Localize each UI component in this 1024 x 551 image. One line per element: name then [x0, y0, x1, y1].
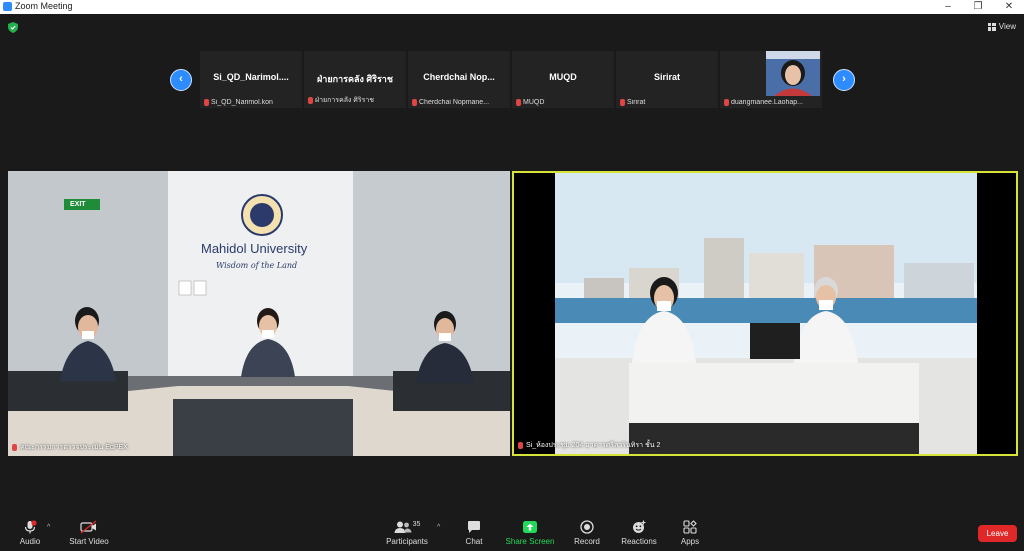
muted-mic-icon — [308, 97, 313, 104]
microphone-icon — [24, 520, 37, 534]
close-button[interactable]: ✕ — [994, 0, 1024, 14]
participant-video-right[interactable]: Si_ห้องประชุม 204 อาคารศรีสวรินทิรา ชั้น… — [512, 171, 1018, 456]
video-off-icon — [80, 520, 97, 534]
video-caption-text: คณะกรรมการตรวจประเมิน EdPEX — [20, 444, 128, 451]
reactions-smiley-icon — [633, 520, 646, 533]
participant-label: Sirirat — [627, 99, 646, 106]
mahidol-sign-title: Mahidol University — [201, 241, 308, 256]
chat-icon — [468, 521, 480, 533]
participant-name: Si_QD_Narimol.... — [213, 72, 289, 82]
muted-mic-icon — [724, 99, 729, 106]
participant-label: Si_QD_Narimol.kon — [211, 99, 273, 106]
muted-mic-icon — [516, 99, 521, 106]
share-screen-icon — [523, 521, 537, 533]
participants-count: 35 — [412, 520, 421, 528]
strip-prev-button[interactable]: ‹ — [170, 69, 192, 91]
participants-button[interactable]: 35 Participants — [377, 520, 437, 547]
share-screen-button[interactable]: Share Screen — [500, 520, 560, 546]
encryption-shield-icon[interactable] — [8, 22, 18, 33]
participant-name: Sirirat — [653, 72, 680, 82]
chat-label: Chat — [465, 537, 483, 546]
participant-label: ฝ่ายการคลัง ศิริราช — [315, 97, 375, 104]
participant-thumbnail[interactable]: Sirirat Sirirat — [616, 51, 718, 108]
participant-label: Cherdchai Nopmane... — [419, 99, 490, 106]
video-caption-text: Si_ห้องประชุม 204 อาคารศรีสวรินทิรา ชั้น… — [526, 442, 661, 449]
participant-thumbnail[interactable]: duangmanee.Laohap... — [720, 51, 822, 108]
participant-label: duangmanee.Laohap... — [731, 99, 804, 106]
leave-button[interactable]: Leave — [978, 525, 1017, 542]
muted-mic-icon — [412, 99, 417, 106]
participant-thumbnail[interactable]: Cherdchai Nop... Cherdchai Nopmane... — [408, 51, 510, 108]
view-button[interactable]: View — [987, 22, 1016, 31]
audio-label: Audio — [19, 537, 41, 546]
muted-mic-icon — [12, 444, 17, 451]
meeting-room-scene — [8, 171, 510, 456]
participant-video — [766, 51, 820, 96]
view-label: View — [998, 22, 1016, 31]
record-icon — [580, 520, 594, 534]
strip-next-button[interactable]: › — [833, 69, 855, 91]
zoom-app-icon — [3, 2, 12, 11]
participant-name: Cherdchai Nop... — [423, 72, 495, 82]
participants-options-caret[interactable]: ^ — [437, 524, 440, 531]
apps-label: Apps — [680, 537, 700, 546]
chat-button[interactable]: Chat — [444, 520, 504, 546]
video-caption: คณะกรรมการตรวจประเมิน EdPEX — [12, 442, 128, 453]
participant-name: MUQD — [549, 72, 577, 82]
record-label: Record — [574, 537, 600, 546]
exit-sign-text: EXIT — [70, 201, 86, 208]
apps-icon — [683, 520, 697, 534]
window-title-bar: Zoom Meeting – ❐ ✕ — [0, 0, 1024, 14]
muted-mic-icon — [620, 99, 625, 106]
window-title: Zoom Meeting — [15, 1, 73, 11]
start-video-button[interactable]: Start Video — [59, 520, 119, 546]
meeting-room-scene — [514, 173, 1016, 454]
participants-icon — [394, 521, 412, 533]
participant-thumbnail[interactable]: MUQD MUQD — [512, 51, 614, 108]
record-button[interactable]: Record — [557, 520, 617, 546]
grid-icon — [987, 22, 996, 31]
participant-thumbnail[interactable]: ฝ่ายการคลัง ศิริราช ฝ่ายการคลัง ศิริราช — [304, 51, 406, 108]
share-screen-label: Share Screen — [505, 537, 555, 546]
start-video-label: Start Video — [69, 537, 109, 546]
audio-button[interactable]: Audio — [0, 520, 60, 546]
minimize-button[interactable]: – — [933, 0, 963, 14]
maximize-button[interactable]: ❐ — [963, 0, 993, 14]
muted-mic-icon — [204, 99, 209, 106]
participant-video-left[interactable]: EXIT Mahidol University Wisdom of the La… — [8, 171, 510, 456]
video-caption: Si_ห้องประชุม 204 อาคารศรีสวรินทิรา ชั้น… — [518, 440, 660, 451]
participant-thumbnail[interactable]: Si_QD_Narimol.... Si_QD_Narimol.kon — [200, 51, 302, 108]
participant-label: MUQD — [523, 99, 545, 106]
muted-mic-icon — [518, 442, 523, 449]
participants-label: Participants — [386, 537, 428, 546]
mahidol-sign-subtitle: Wisdom of the Land — [216, 261, 298, 270]
apps-button[interactable]: Apps — [660, 520, 720, 546]
audio-options-caret[interactable]: ^ — [47, 524, 50, 531]
participant-name: ฝ่ายการคลัง ศิริราช — [317, 74, 393, 84]
